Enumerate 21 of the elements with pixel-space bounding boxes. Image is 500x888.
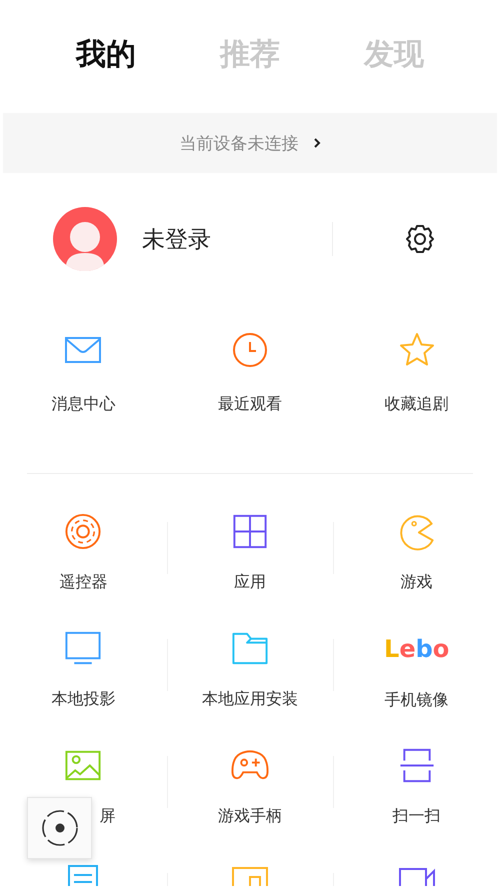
feature-label[interactable]: 手机镜像 — [384, 691, 449, 709]
dial-icon — [63, 512, 104, 551]
shortcut-label[interactable]: 消息中心 — [51, 395, 116, 413]
floating-button[interactable] — [27, 797, 92, 859]
feature-label[interactable]: 应用 — [234, 573, 266, 591]
feature-label[interactable]: 扫一扫 — [392, 807, 441, 825]
settings-icon[interactable] — [404, 223, 436, 255]
feature-label[interactable]: 遥控器 — [59, 573, 108, 591]
tab[interactable]: 我的 — [68, 30, 144, 79]
login-status[interactable]: 未登录 — [142, 224, 332, 254]
avatar-icon[interactable] — [53, 207, 117, 271]
feature-label[interactable]: 游戏 — [400, 573, 433, 591]
shortcut-label[interactable]: 最近观看 — [218, 395, 282, 413]
shortcut-label[interactable]: 收藏追剧 — [384, 395, 449, 413]
feature-label[interactable]: 本地投影 — [51, 690, 116, 708]
record-icon — [40, 809, 78, 847]
feature-label[interactable]: 本地应用安装 — [202, 690, 298, 708]
feature-label[interactable]: 屏 — [99, 807, 116, 825]
device-status-text: 当前设备未连接 — [180, 132, 298, 154]
chevron-icon — [312, 137, 320, 149]
feature-label[interactable]: 游戏手柄 — [218, 807, 282, 825]
